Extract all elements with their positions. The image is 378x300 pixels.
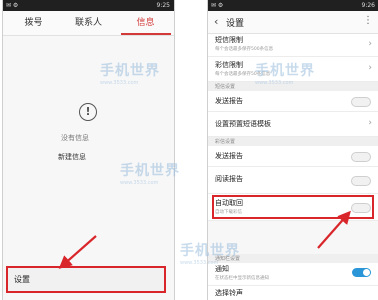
setting-ringtone[interactable]: 选择铃声 — [208, 286, 378, 300]
setting-title: 阅读报告 — [215, 175, 243, 183]
section-header-mms: 彩信设置 — [208, 137, 378, 146]
setting-preset-templates[interactable]: 设置预置短语模板 › — [208, 112, 378, 137]
status-time: 9:25 — [156, 2, 170, 9]
back-arrow-icon[interactable]: ‹ — [214, 15, 218, 28]
status-time: 9:26 — [361, 2, 375, 9]
setting-desc: 每个会话最多保存500条信息 — [215, 47, 274, 52]
highlight-box — [212, 195, 374, 219]
setting-mms-delivery-report[interactable]: 发送报告 — [208, 146, 378, 167]
watermark-logo: 手机世界 www.3533.com — [180, 243, 240, 266]
notification-toggle[interactable] — [352, 268, 371, 277]
empty-state-text: 没有信息 — [61, 134, 89, 142]
status-icons: ✉ ⚙ — [211, 2, 224, 9]
tab-dial[interactable]: 拨号 — [5, 11, 62, 35]
tab-bar: 拨号 联系人 信息 — [3, 11, 174, 36]
status-bar: ✉ ⚙ 9:26 — [208, 0, 378, 11]
setting-read-report[interactable]: 阅读报告 — [208, 167, 378, 194]
watermark-logo: 手机世界 www.3533.com — [255, 63, 315, 86]
tab-contacts[interactable]: 联系人 — [60, 11, 117, 35]
read-report-toggle[interactable] — [351, 176, 371, 186]
setting-delivery-report[interactable]: 发送报告 — [208, 91, 378, 112]
mms-delivery-report-toggle[interactable] — [351, 152, 371, 162]
more-menu-icon[interactable]: ⋮ — [363, 15, 373, 26]
watermark-logo: 手机世界 www.3533.com — [120, 163, 180, 186]
setting-title: 短信限制 — [215, 36, 243, 44]
setting-notification[interactable]: 通知 在状态栏中显示新信息通知 — [208, 263, 378, 286]
watermark-logo: 手机世界 www.3533.com — [100, 63, 160, 86]
settings-menu-item[interactable]: 设置 — [6, 266, 166, 293]
chevron-right-icon: › — [368, 39, 372, 49]
setting-title: 选择铃声 — [215, 289, 243, 297]
messages-screen: ✉ ⚙ 9:25 拨号 联系人 信息 ! 没有信息 新建信息 设置 — [2, 0, 175, 300]
setting-title: 彩信限制 — [215, 61, 243, 69]
chevron-right-icon: › — [368, 63, 372, 73]
info-icon: ! — [79, 103, 97, 121]
new-message-button[interactable]: 新建信息 — [58, 152, 86, 162]
setting-title: 发送报告 — [215, 152, 243, 160]
setting-title: 发送报告 — [215, 97, 243, 105]
title-bar: ‹ 设置 ⋮ — [208, 11, 378, 34]
setting-desc: 在状态栏中显示新信息通知 — [215, 276, 269, 281]
delivery-report-toggle[interactable] — [351, 97, 371, 107]
setting-title: 设置预置短语模板 — [215, 120, 271, 128]
status-bar: ✉ ⚙ 9:25 — [3, 0, 174, 11]
settings-menu-label: 设置 — [14, 275, 30, 284]
status-icons: ✉ ⚙ — [6, 2, 19, 9]
tab-messages[interactable]: 信息 — [117, 11, 174, 35]
setting-sms-limit[interactable]: 短信限制 每个会话最多保存500条信息 › — [208, 34, 378, 57]
chevron-right-icon: › — [368, 118, 372, 128]
active-tab-indicator — [121, 33, 171, 35]
page-title: 设置 — [226, 19, 245, 29]
